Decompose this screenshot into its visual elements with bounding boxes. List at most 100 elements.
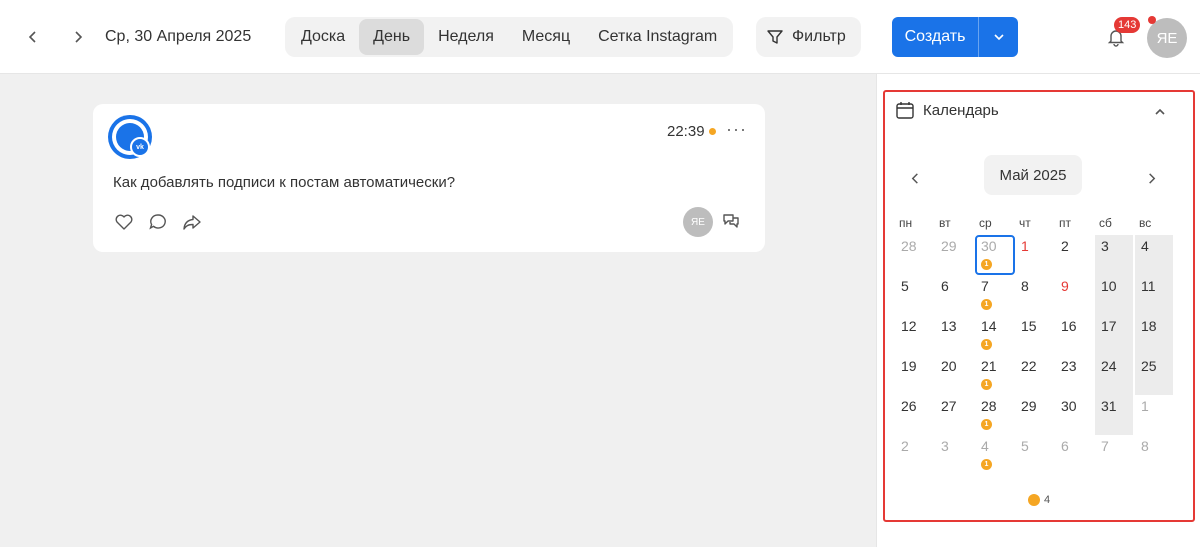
calendar-day[interactable]: 15 bbox=[1015, 315, 1055, 355]
internal-comments-button[interactable] bbox=[721, 211, 743, 233]
day-number: 8 bbox=[1021, 278, 1029, 294]
calendar-day[interactable]: 2 bbox=[1055, 235, 1095, 275]
weekday-label: вт bbox=[939, 216, 951, 230]
calendar-day[interactable]: 8 bbox=[1015, 275, 1055, 315]
filter-button[interactable]: Фильтр bbox=[756, 17, 861, 57]
calendar-day[interactable]: 31 bbox=[1095, 395, 1135, 435]
day-number: 30 bbox=[981, 238, 997, 254]
day-number: 25 bbox=[1141, 358, 1157, 374]
tab-instagram-grid[interactable]: Сетка Instagram bbox=[584, 19, 731, 55]
day-number: 18 bbox=[1141, 318, 1157, 334]
calendar-day[interactable]: 30 bbox=[1055, 395, 1095, 435]
share-button[interactable] bbox=[181, 211, 203, 233]
month-selector[interactable]: Май 2025 bbox=[984, 155, 1082, 195]
calendar-day[interactable]: 11 bbox=[1135, 275, 1175, 315]
calendar-day[interactable]: 24 bbox=[1095, 355, 1135, 395]
calendar-day[interactable]: 1 bbox=[1135, 395, 1175, 435]
calendar-day[interactable]: 20 bbox=[935, 355, 975, 395]
top-bar: Ср, 30 Апреля 2025 Доска День Неделя Мес… bbox=[0, 0, 1200, 74]
calendar-day[interactable]: 6 bbox=[1055, 435, 1095, 475]
day-number: 1 bbox=[1141, 398, 1149, 414]
filter-label: Фильтр bbox=[792, 28, 846, 45]
calendar-day[interactable]: 29 bbox=[935, 235, 975, 275]
post-text: Как добавлять подписи к постам автоматич… bbox=[113, 174, 456, 191]
calendar-day[interactable]: 21 1 bbox=[975, 355, 1015, 395]
calendar-widget: Календарь Май 2025 пн вт ср чт пт сб вс … bbox=[883, 90, 1195, 522]
day-number: 15 bbox=[1021, 318, 1037, 334]
day-number: 26 bbox=[901, 398, 917, 414]
calendar-day[interactable]: 6 bbox=[935, 275, 975, 315]
post-count-dot: 1 bbox=[981, 379, 992, 390]
day-number: 4 bbox=[1141, 238, 1149, 254]
prev-month-button[interactable] bbox=[905, 168, 925, 188]
calendar-day[interactable]: 28 1 bbox=[975, 395, 1015, 435]
account-avatar[interactable]: vk bbox=[108, 115, 152, 159]
day-number: 1 bbox=[1021, 238, 1029, 254]
calendar-day[interactable]: 27 bbox=[935, 395, 975, 435]
weekday-label: сб bbox=[1099, 216, 1112, 230]
day-number: 21 bbox=[981, 358, 997, 374]
calendar-day[interactable]: 41 bbox=[975, 435, 1015, 475]
calendar-day[interactable]: 1 bbox=[1015, 235, 1055, 275]
day-number: 13 bbox=[941, 318, 957, 334]
calendar-day[interactable]: 3 bbox=[935, 435, 975, 475]
like-button[interactable] bbox=[113, 211, 135, 233]
calendar-day[interactable]: 22 bbox=[1015, 355, 1055, 395]
weekday-label: вс bbox=[1139, 216, 1152, 230]
calendar-day[interactable]: 16 bbox=[1055, 315, 1095, 355]
calendar-day[interactable]: 9 bbox=[1055, 275, 1095, 315]
chevron-left-icon bbox=[911, 172, 918, 184]
calendar-day[interactable]: 3 bbox=[1095, 235, 1135, 275]
create-button[interactable]: Создать bbox=[892, 17, 1018, 57]
calendar-day[interactable]: 10 bbox=[1095, 275, 1135, 315]
view-tabs: Доска День Неделя Месяц Сетка Instagram bbox=[285, 17, 734, 57]
day-number: 4 bbox=[981, 438, 989, 454]
calendar-day[interactable]: 71 bbox=[975, 275, 1015, 315]
calendar-day[interactable]: 29 bbox=[1015, 395, 1055, 435]
current-date: Ср, 30 Апреля 2025 bbox=[105, 28, 252, 45]
calendar-day[interactable]: 18 bbox=[1135, 315, 1175, 355]
post-count-dot: 1 bbox=[981, 339, 992, 350]
collapse-calendar-button[interactable] bbox=[1150, 102, 1170, 122]
calendar-day[interactable]: 19 bbox=[895, 355, 935, 395]
post-count-dot: 1 bbox=[981, 299, 992, 310]
tab-month[interactable]: Месяц bbox=[508, 19, 584, 55]
post-card[interactable]: vk 22:39 ··· Как добавлять подписи к пос… bbox=[93, 104, 765, 252]
tab-board[interactable]: Доска bbox=[287, 19, 359, 55]
post-status-dot bbox=[709, 128, 716, 135]
calendar-day[interactable]: 25 bbox=[1135, 355, 1175, 395]
calendar-day[interactable]: 12 bbox=[895, 315, 935, 355]
calendar-day[interactable]: 8 bbox=[1135, 435, 1175, 475]
comment-icon bbox=[149, 214, 166, 230]
more-options-icon[interactable]: ··· bbox=[726, 119, 747, 140]
status-dot bbox=[1148, 16, 1156, 24]
weekday-label: пт bbox=[1059, 216, 1071, 230]
next-day-button[interactable] bbox=[68, 27, 88, 47]
tab-week[interactable]: Неделя bbox=[424, 19, 508, 55]
calendar-week-row: 28 29 30 1 1 2 3 4 bbox=[895, 235, 1175, 275]
calendar-day-today[interactable]: 30 1 bbox=[975, 235, 1015, 275]
calendar-day[interactable]: 5 bbox=[895, 275, 935, 315]
calendar-day[interactable]: 4 bbox=[1135, 235, 1175, 275]
heart-icon bbox=[115, 214, 133, 230]
chevron-right-icon bbox=[1148, 172, 1155, 184]
calendar-title: Календарь bbox=[923, 101, 999, 119]
calendar-day[interactable]: 7 bbox=[1095, 435, 1135, 475]
calendar-day[interactable]: 26 bbox=[895, 395, 935, 435]
notification-count-badge: 143 bbox=[1114, 17, 1141, 33]
next-month-button[interactable] bbox=[1141, 168, 1161, 188]
comment-button[interactable] bbox=[147, 211, 169, 233]
calendar-day[interactable]: 17 bbox=[1095, 315, 1135, 355]
share-icon bbox=[183, 215, 201, 230]
calendar-day[interactable]: 28 bbox=[895, 235, 935, 275]
create-dropdown-toggle[interactable] bbox=[979, 31, 1018, 43]
user-avatar[interactable]: ЯЕ bbox=[1147, 18, 1187, 58]
calendar-day[interactable]: 5 bbox=[1015, 435, 1055, 475]
prev-day-button[interactable] bbox=[23, 27, 43, 47]
calendar-day[interactable]: 2 bbox=[895, 435, 935, 475]
calendar-day[interactable]: 13 bbox=[935, 315, 975, 355]
calendar-day[interactable]: 23 bbox=[1055, 355, 1095, 395]
calendar-day[interactable]: 14 1 bbox=[975, 315, 1015, 355]
legend-dot bbox=[1028, 494, 1040, 506]
tab-day[interactable]: День bbox=[359, 19, 425, 55]
